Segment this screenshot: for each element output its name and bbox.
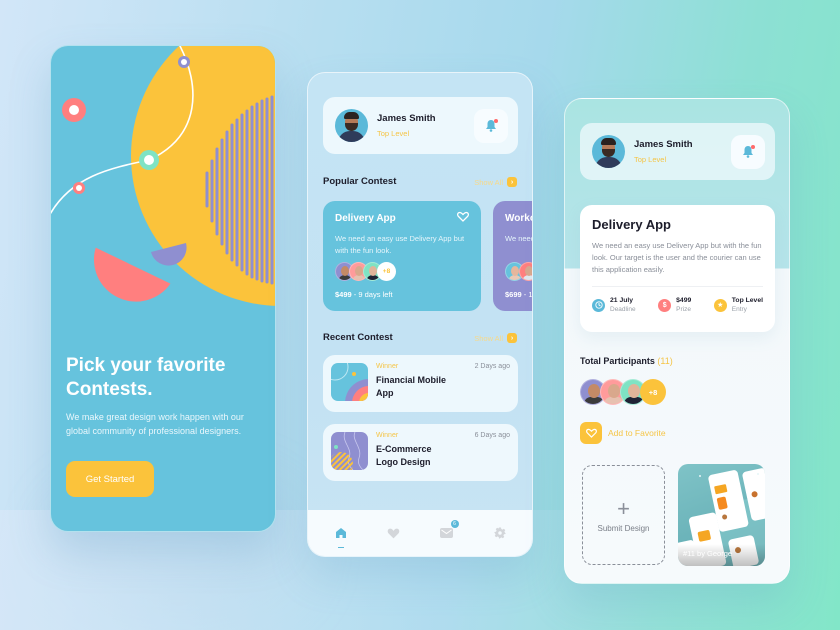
participant-avatar (519, 262, 532, 281)
dollar-icon: $ (658, 298, 672, 312)
notifications-button[interactable] (474, 108, 508, 143)
coral-half-circle-shape (93, 247, 171, 302)
entry-thumbnail[interactable]: #11 by George (678, 464, 765, 566)
notification-dot (494, 118, 498, 123)
contest-prize-and-time: $499 - 9 days left (335, 290, 393, 299)
recent-contest-heading: Recent Contest (323, 332, 393, 343)
title-line-2: Contests. (66, 379, 153, 400)
entry-info: ★ Top Level Entry (713, 297, 763, 313)
submit-design-label: Submit Design (597, 523, 650, 533)
show-all-label: Show All (474, 333, 503, 343)
winner-label: Winner (376, 432, 399, 439)
total-participants-heading: Total Participants (11) (580, 356, 673, 366)
prize-value: $499 (676, 297, 692, 304)
popular-contest-card[interactable]: Workout App We need ... make it ... $699… (493, 201, 533, 311)
chevron-right-icon: › (507, 177, 517, 187)
recent-contest-title: E-Commerce Logo Design (376, 444, 432, 467)
messages-badge: 6 (450, 520, 459, 528)
bottom-navigation: 6 (308, 510, 532, 556)
avatar[interactable] (335, 109, 368, 142)
title-line-1: Pick your favorite (66, 355, 226, 376)
contest-description: We need an easy use Delivery App but wit… (335, 234, 465, 255)
contest-prize: $699 (505, 290, 522, 299)
deadline-label: Deadline (610, 306, 636, 313)
participant-avatars[interactable]: +8 (580, 379, 666, 405)
onboarding-description: We make great design work happen with ou… (66, 412, 244, 436)
contest-time: 2 Days ago (474, 363, 510, 370)
submit-design-button[interactable]: + Submit Design (582, 465, 665, 565)
show-all-label: Show All (474, 177, 503, 187)
entry-value: Top Level (731, 297, 763, 304)
prize-label: Prize (676, 306, 691, 313)
active-indicator (337, 546, 344, 548)
participant-avatars (505, 262, 532, 281)
plus-icon: + (617, 495, 630, 521)
notifications-button[interactable] (731, 134, 765, 169)
user-name: James Smith (634, 139, 693, 150)
contest-time-left: - 9 days left (353, 290, 393, 299)
mail-icon (440, 528, 453, 538)
popular-contest-card[interactable]: Delivery App We need an easy use Deliver… (323, 201, 481, 311)
contest-time: 6 Days ago (474, 432, 510, 439)
get-started-button[interactable]: Get Started (66, 461, 154, 497)
profile-card: James Smith Top Level (323, 97, 518, 154)
home-screen: James Smith Top Level Popular Contest Sh… (307, 72, 533, 557)
star-icon: ★ (713, 298, 727, 312)
clock-icon (592, 298, 605, 312)
participant-avatars: +8 (335, 262, 396, 281)
nav-home[interactable] (331, 523, 351, 548)
nav-settings[interactable] (490, 523, 510, 543)
add-to-favorite-label: Add to Favorite (608, 428, 666, 438)
contest-title: Workout App (505, 213, 532, 224)
contest-prize-and-time: $699 - 12 days left (505, 290, 533, 299)
contest-detail-card: Delivery App We need an easy use Deliver… (580, 205, 775, 332)
deadline-info: 21 July Deadline (592, 297, 636, 313)
participants-count: (11) (657, 356, 673, 366)
more-participants-count: +8 (640, 379, 666, 405)
recent-contest-item[interactable]: Winner 2 Days ago Financial Mobile App (323, 355, 518, 412)
recent-contest-item[interactable]: Winner 6 Days ago E-Commerce Logo Design (323, 424, 518, 481)
onboarding-screen: Pick your favorite Contests. We make gre… (50, 45, 276, 532)
financial-app-thumbnail (331, 363, 368, 401)
avatar[interactable] (592, 135, 625, 168)
contest-description: We need an easy use Delivery App but wit… (592, 241, 762, 274)
notification-dot (751, 144, 755, 149)
entry-caption: #11 by George (683, 549, 733, 558)
yellow-circle-shape (131, 46, 275, 306)
divider (592, 286, 763, 287)
add-to-favorite[interactable]: Add to Favorite (580, 422, 666, 444)
contest-time-left: - 12 days left (523, 290, 533, 299)
gear-icon (494, 527, 505, 539)
contest-meta: 21 July Deadline $ $499 Prize ★ Top Leve… (592, 297, 763, 313)
nav-messages[interactable]: 6 (437, 520, 459, 543)
user-level: Top Level (377, 129, 410, 138)
deadline-value: 21 July (610, 297, 634, 304)
onboarding-title: Pick your favorite Contests. (66, 354, 266, 402)
contest-title: Delivery App (592, 217, 671, 232)
popular-contest-heading: Popular Contest (323, 176, 397, 187)
entry-label: Entry (731, 306, 747, 313)
contest-detail-screen: James Smith Top Level Delivery App We ne… (564, 98, 790, 584)
ecommerce-logo-thumbnail (331, 432, 368, 470)
recent-show-all-link[interactable]: Show All › (474, 333, 517, 343)
onboarding-illustration (51, 46, 275, 306)
heart-icon (387, 528, 400, 539)
heart-outline-icon (585, 428, 597, 438)
favorite-button[interactable] (580, 422, 602, 444)
contest-title: Delivery App (335, 213, 396, 224)
home-icon (335, 528, 346, 538)
user-level: Top Level (634, 155, 667, 164)
nav-favorites[interactable] (384, 523, 404, 543)
prize-info: $ $499 Prize (658, 297, 691, 313)
contest-description: We need ... make it ... (505, 234, 532, 243)
more-participants-count: +8 (377, 262, 396, 281)
contest-prize: $499 (335, 290, 352, 299)
chevron-right-icon: › (507, 333, 517, 343)
recent-contest-title: Financial Mobile App (376, 375, 447, 398)
popular-show-all-link[interactable]: Show All › (474, 177, 517, 187)
user-name: James Smith (377, 113, 436, 124)
profile-card: James Smith Top Level (580, 123, 775, 180)
heart-outline-icon[interactable] (457, 211, 469, 222)
winner-label: Winner (376, 363, 399, 370)
